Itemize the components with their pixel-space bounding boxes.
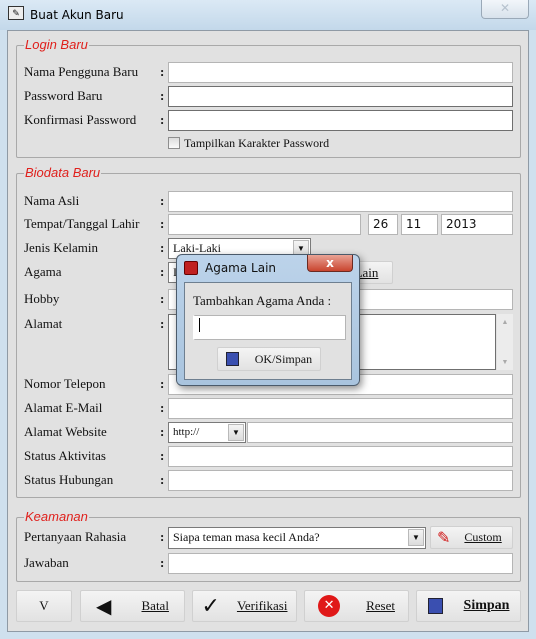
confirm-password-input[interactable]: [168, 110, 513, 131]
colon: :: [160, 400, 165, 415]
dialog-panel: Tambahkan Agama Anda : OK/Simpan: [184, 282, 352, 380]
status-aktivitas-label: Status Aktivitas: [24, 448, 106, 463]
username-label: Nama Pengguna Baru: [24, 64, 139, 79]
batal-label: Batal: [141, 598, 169, 613]
floppy-disk-icon: [225, 352, 239, 366]
window-title: Buat Akun Baru: [30, 8, 124, 22]
v-button[interactable]: V: [16, 590, 72, 622]
nama-asli-input[interactable]: [168, 191, 513, 212]
colon: :: [160, 424, 165, 439]
keamanan-legend: Keamanan: [24, 509, 89, 524]
colon: :: [160, 264, 165, 279]
ttl-label: Tempat/Tanggal Lahir: [24, 216, 140, 231]
simpan-button[interactable]: Simpan: [416, 590, 521, 622]
dialog-close-button[interactable]: x: [307, 255, 353, 272]
status-hubungan-label: Status Hubungan: [24, 472, 114, 487]
email-label: Alamat E-Mail: [24, 400, 103, 415]
status-aktivitas-input[interactable]: [168, 446, 513, 467]
colon: :: [160, 291, 165, 306]
ok-simpan-label: OK/Simpan: [254, 351, 313, 366]
agama-input[interactable]: [193, 315, 346, 340]
hobby-label: Hobby: [24, 291, 60, 306]
year-input[interactable]: 2013: [441, 214, 513, 235]
pertanyaan-select[interactable]: Siapa teman masa kecil Anda? ▼: [168, 527, 426, 549]
nama-asli-label: Nama Asli: [24, 193, 80, 208]
custom-button[interactable]: ✎ Custom: [430, 526, 513, 549]
pertanyaan-label: Pertanyaan Rahasia: [24, 529, 127, 544]
red-x-icon: ✕: [318, 595, 341, 617]
dialog-title: Agama Lain: [205, 261, 277, 275]
agama-lain-dialog: Agama Lain x Tambahkan Agama Anda : OK/S…: [176, 254, 360, 386]
email-input[interactable]: [168, 398, 513, 419]
show-password-label[interactable]: Tampilkan Karakter Password: [184, 136, 329, 151]
reset-label: Reset: [366, 598, 395, 613]
reset-button[interactable]: ✕ Reset: [304, 590, 409, 622]
colon: :: [160, 193, 165, 208]
colon: :: [160, 88, 165, 103]
gender-value: Laki-Laki: [173, 241, 221, 255]
username-input[interactable]: [168, 62, 513, 83]
v-label: V: [39, 598, 49, 613]
colon: :: [160, 240, 165, 255]
login-legend: Login Baru: [24, 37, 89, 52]
gender-label: Jenis Kelamin: [24, 240, 99, 255]
colon: :: [160, 112, 165, 127]
ok-simpan-button[interactable]: OK/Simpan: [217, 347, 321, 371]
biodata-legend: Biodata Baru: [24, 165, 102, 180]
show-password-checkbox[interactable]: [168, 137, 180, 149]
day-input[interactable]: 26: [368, 214, 398, 235]
alamat-scrollbar[interactable]: ▲ ▼: [497, 314, 513, 370]
colon: :: [160, 529, 165, 544]
telepon-label: Nomor Telepon: [24, 376, 106, 391]
tempat-lahir-input[interactable]: [168, 214, 361, 235]
colon: :: [160, 316, 165, 331]
protocol-value: http://: [173, 426, 200, 438]
password-input[interactable]: [168, 86, 513, 107]
colon: :: [160, 64, 165, 79]
floppy-disk-icon: [427, 598, 443, 614]
verifikasi-button[interactable]: ✓ Verifikasi: [192, 590, 297, 622]
verifikasi-label: Verifikasi: [236, 598, 288, 613]
notebook-icon: [184, 261, 198, 275]
agama-input-value: [199, 318, 200, 332]
password-label: Password Baru: [24, 88, 103, 103]
close-button[interactable]: ✕: [481, 0, 529, 19]
status-hubungan-input[interactable]: [168, 470, 513, 491]
batal-button[interactable]: ◀ Batal: [80, 590, 185, 622]
month-input[interactable]: 11: [401, 214, 438, 235]
dialog-prompt: Tambahkan Agama Anda :: [193, 293, 332, 308]
chevron-down-icon[interactable]: ▼: [408, 529, 424, 546]
back-arrow-icon: ◀: [96, 595, 112, 618]
checkmark-icon: ✓: [201, 593, 220, 618]
app-icon: ✎: [8, 6, 24, 20]
colon: :: [160, 555, 165, 570]
colon: :: [160, 376, 165, 391]
jawaban-label: Jawaban: [24, 555, 69, 570]
alamat-label: Alamat: [24, 316, 63, 331]
agama-label: Agama: [24, 264, 62, 279]
pencil-icon: ✎: [437, 529, 451, 547]
protocol-select[interactable]: http:// ▼: [168, 422, 246, 443]
simpan-label: Simpan: [463, 598, 510, 613]
website-input[interactable]: [247, 422, 513, 443]
colon: :: [160, 216, 165, 231]
jawaban-input[interactable]: [168, 553, 513, 574]
confirm-password-label: Konfirmasi Password: [24, 112, 137, 127]
custom-label: Custom: [464, 530, 502, 544]
pertanyaan-value: Siapa teman masa kecil Anda?: [173, 530, 320, 544]
colon: :: [160, 448, 165, 463]
colon: :: [160, 472, 165, 487]
chevron-down-icon[interactable]: ▼: [228, 424, 244, 441]
website-label: Alamat Website: [24, 424, 107, 439]
